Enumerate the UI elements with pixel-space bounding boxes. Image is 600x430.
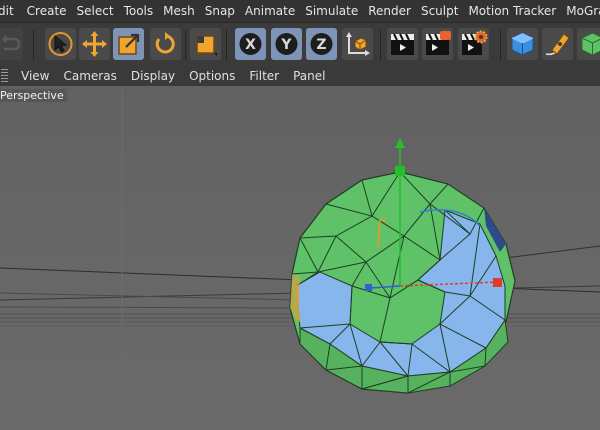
undo-icon [1, 35, 21, 51]
recent-tools-button[interactable] [190, 28, 221, 60]
menu-animate[interactable]: Animate [240, 4, 300, 18]
scale-icon [118, 33, 140, 55]
z-axis-label: Z [316, 37, 326, 53]
add-cube-button[interactable] [507, 28, 538, 60]
gizmo-y-handle[interactable] [395, 166, 405, 176]
viewport-menu-display[interactable]: Display [124, 69, 182, 83]
menu-mesh[interactable]: Mesh [158, 4, 200, 18]
cube-object-icon [511, 32, 534, 56]
gizmo-z-handle[interactable] [365, 284, 372, 291]
menu-snap[interactable]: Snap [200, 4, 240, 18]
z-axis-lock-button[interactable]: Z [306, 28, 337, 60]
viewport-menu-cameras[interactable]: Cameras [56, 69, 123, 83]
menu-create[interactable]: Create [22, 4, 72, 18]
gizmo-x-handle[interactable] [493, 278, 502, 287]
x-axis-lock-icon: X [239, 33, 262, 55]
render-to-picture-viewer-button[interactable] [422, 28, 453, 60]
y-axis-lock-button[interactable]: Y [271, 28, 302, 60]
generator-button[interactable] [577, 28, 600, 60]
render-settings-icon [462, 30, 488, 55]
viewport-menu-bar: View Cameras Display Options Filter Pane… [0, 66, 600, 85]
menu-render[interactable]: Render [363, 4, 416, 18]
camera-label[interactable]: Perspective [0, 89, 67, 102]
render-view-icon [391, 33, 414, 55]
x-axis-label: X [245, 37, 256, 53]
coordinate-system-button[interactable] [342, 28, 373, 60]
perspective-viewport[interactable]: Perspective [0, 86, 600, 430]
main-menu-bar: dit Create Select Tools Mesh Snap Animat… [0, 0, 600, 22]
menu-simulate[interactable]: Simulate [300, 4, 363, 18]
move-tool-button[interactable] [79, 28, 110, 60]
generator-icon [581, 32, 600, 56]
y-axis-lock-icon: Y [275, 33, 298, 55]
spline-pen-button[interactable] [542, 28, 573, 60]
x-axis-lock-button[interactable]: X [235, 28, 266, 60]
rotate-icon [155, 32, 175, 54]
z-axis-lock-icon: Z [310, 33, 333, 55]
viewport-menu-view[interactable]: View [14, 69, 56, 83]
move-icon [82, 31, 107, 57]
viewport-scene[interactable] [0, 86, 600, 430]
menu-sculpt[interactable]: Sculpt [416, 4, 463, 18]
spline-pen-icon [545, 33, 570, 56]
live-selection-button[interactable] [45, 28, 76, 60]
undo-button[interactable] [0, 28, 23, 60]
menu-motion-tracker[interactable]: Motion Tracker [463, 4, 561, 18]
coordinate-system-icon [346, 32, 370, 56]
render-settings-button[interactable] [458, 28, 489, 60]
command-toolbar: X Y Z [0, 22, 600, 66]
render-picture-viewer-icon [426, 31, 451, 55]
menu-edit[interactable]: dit [0, 4, 22, 18]
viewport-menu-filter[interactable]: Filter [242, 69, 286, 83]
viewport-menu-options[interactable]: Options [182, 69, 242, 83]
menu-tools[interactable]: Tools [119, 4, 159, 18]
recent-tools-icon [196, 35, 217, 56]
gizmo-y-arrow-icon[interactable] [395, 138, 405, 148]
select-arrow-icon [48, 32, 73, 56]
panel-grip-handle[interactable] [1, 69, 8, 82]
scale-tool-button[interactable] [113, 28, 144, 60]
render-view-button[interactable] [387, 28, 418, 60]
rotate-tool-button[interactable] [150, 28, 181, 60]
menu-select[interactable]: Select [72, 4, 119, 18]
y-axis-label: Y [280, 37, 292, 53]
viewport-menu-panel[interactable]: Panel [286, 69, 332, 83]
menu-mograph[interactable]: MoGraph [561, 4, 600, 18]
